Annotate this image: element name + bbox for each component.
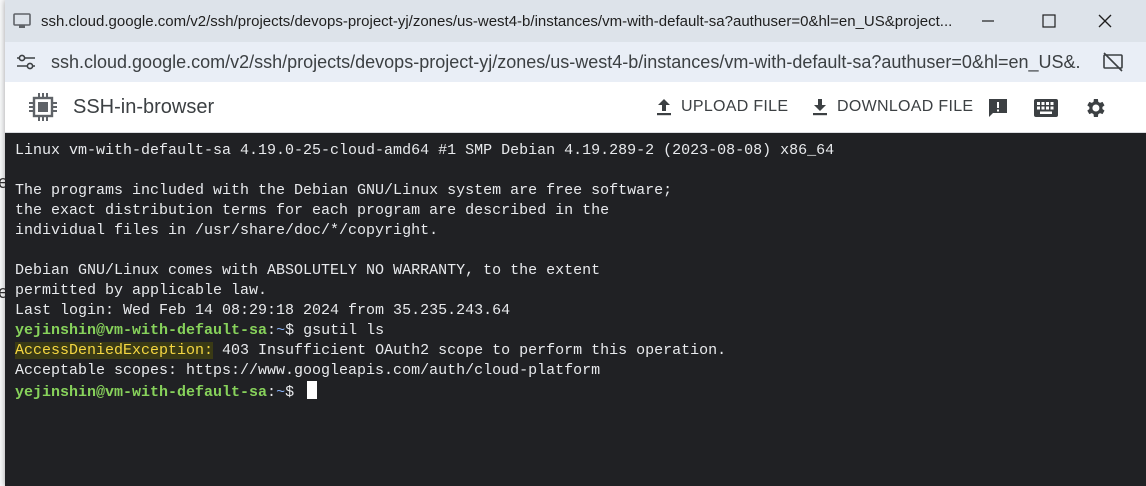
terminal-line: Acceptable scopes: https://www.googleapi… xyxy=(15,362,601,379)
minimize-button[interactable] xyxy=(960,0,1016,42)
terminal-cursor xyxy=(307,381,318,399)
close-button[interactable] xyxy=(1077,0,1133,42)
prompt-colon: : xyxy=(267,322,277,339)
terminal-active-prompt[interactable]: yejinshin@vm-with-default-sa:~$ xyxy=(15,381,1146,401)
app-title: SSH-in-browser xyxy=(73,96,215,118)
keyboard-button[interactable] xyxy=(1033,95,1059,121)
error-exception-label: AccessDeniedException: xyxy=(15,342,214,359)
compute-engine-chip-icon xyxy=(27,91,59,123)
minimize-icon xyxy=(982,20,994,22)
window-title: ssh.cloud.google.com/v2/ssh/projects/dev… xyxy=(41,12,953,30)
site-info-button[interactable] xyxy=(15,51,37,73)
terminal-line: permitted by applicable law. xyxy=(15,282,268,299)
maximize-button[interactable] xyxy=(1021,0,1077,42)
download-file-button[interactable]: DOWNLOAD FILE xyxy=(811,95,973,119)
download-icon xyxy=(813,99,827,116)
feedback-button[interactable] xyxy=(985,95,1011,121)
url-text[interactable]: ssh.cloud.google.com/v2/ssh/projects/dev… xyxy=(51,52,1081,73)
prompt-sign: $ xyxy=(285,322,304,339)
terminal-line: the exact distribution terms for each pr… xyxy=(15,202,610,219)
prompt-directory: ~ xyxy=(276,384,286,401)
ssh-popup-window: ssh.cloud.google.com/v2/ssh/projects/dev… xyxy=(5,0,1146,486)
prompt-user-host: yejinshin@vm-with-default-sa xyxy=(15,322,268,339)
site-favicon-icon xyxy=(13,12,31,30)
terminal-line: The programs included with the Debian GN… xyxy=(15,182,673,199)
terminal-output[interactable]: Linux vm-with-default-sa 4.19.0-25-cloud… xyxy=(5,133,1146,486)
screen-share-off-icon[interactable] xyxy=(1102,51,1124,73)
prompt-sign: $ xyxy=(285,384,304,401)
prompt-user-host: yejinshin@vm-with-default-sa xyxy=(15,384,268,401)
command-text: gsutil ls xyxy=(303,322,385,339)
terminal-line: Linux vm-with-default-sa 4.19.0-25-cloud… xyxy=(15,142,835,159)
upload-file-label: UPLOAD FILE xyxy=(681,98,789,115)
terminal-command-line: yejinshin@vm-with-default-sa:~$ gsutil l… xyxy=(15,321,1146,341)
gear-icon xyxy=(1087,99,1105,117)
terminal-line: Last login: Wed Feb 14 08:29:18 2024 fro… xyxy=(15,302,511,319)
terminal-error-line: AccessDeniedException: 403 Insufficient … xyxy=(15,341,1146,361)
tune-icon xyxy=(17,54,35,70)
download-file-label: DOWNLOAD FILE xyxy=(837,98,974,115)
error-message: 403 Insufficient OAuth2 scope to perform… xyxy=(213,342,727,359)
upload-icon xyxy=(657,99,671,116)
maximize-icon xyxy=(1042,14,1056,28)
ssh-app-bar: SSH-in-browser UPLOAD FILE DOWNLOAD FILE xyxy=(5,82,1146,133)
window-titlebar: ssh.cloud.google.com/v2/ssh/projects/dev… xyxy=(5,0,1146,42)
prompt-colon: : xyxy=(267,384,277,401)
upload-file-button[interactable]: UPLOAD FILE xyxy=(655,95,788,119)
terminal-line: individual files in /usr/share/doc/*/cop… xyxy=(15,222,439,239)
prompt-directory: ~ xyxy=(276,322,286,339)
keyboard-icon xyxy=(1034,99,1058,117)
settings-button[interactable] xyxy=(1082,95,1108,121)
terminal-line: Debian GNU/Linux comes with ABSOLUTELY N… xyxy=(15,262,601,279)
address-bar: ssh.cloud.google.com/v2/ssh/projects/dev… xyxy=(5,42,1146,82)
close-icon xyxy=(1098,14,1112,28)
feedback-icon xyxy=(989,99,1007,117)
